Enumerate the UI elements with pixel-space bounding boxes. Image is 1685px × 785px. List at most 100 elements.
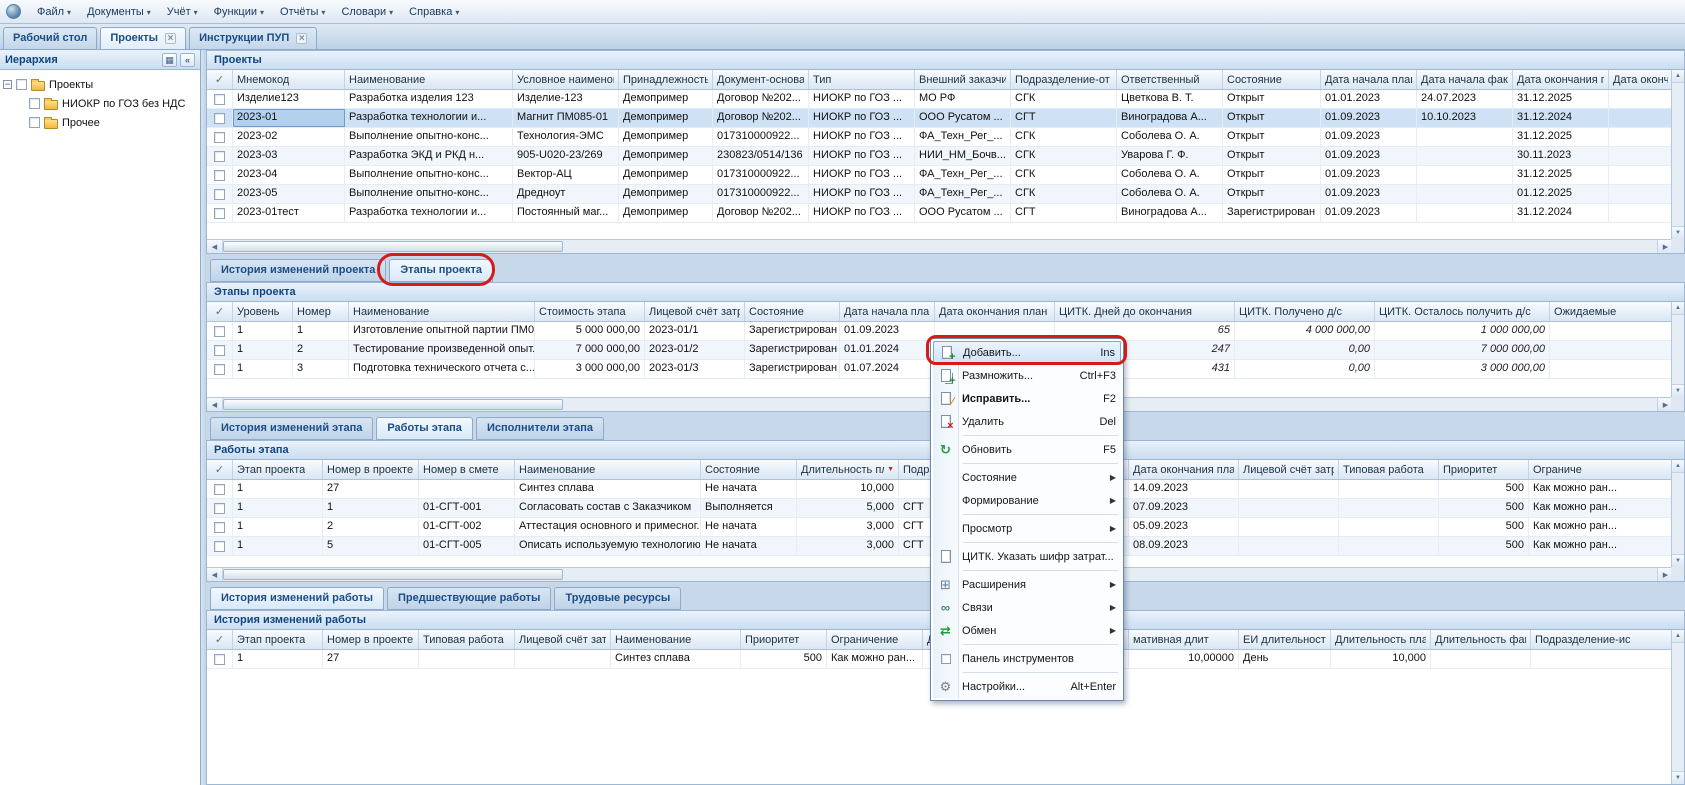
column-header[interactable]: Этап проекта [233, 630, 323, 649]
column-header[interactable]: Состояние [701, 460, 797, 479]
close-icon[interactable] [165, 33, 176, 44]
context-menu-item[interactable]: Обмен [933, 619, 1121, 642]
table-row[interactable]: 2023-01Разработка технологии и...Магнит … [207, 109, 1673, 128]
column-header[interactable]: Внешний заказчик [915, 70, 1011, 89]
scroll-down-icon[interactable] [1672, 554, 1684, 567]
row-checkbox[interactable] [214, 522, 225, 533]
tree-item-root[interactable]: Проекты [3, 75, 197, 94]
column-header[interactable]: Дата начала факт [1417, 70, 1513, 89]
column-header[interactable]: Длительность пла [1331, 630, 1431, 649]
row-checkbox[interactable] [214, 541, 225, 552]
column-header[interactable]: ЦИТК. Получено д/с [1235, 302, 1375, 321]
root-checkbox[interactable] [16, 79, 27, 90]
row-checkbox[interactable] [214, 503, 225, 514]
vertical-scrollbar[interactable] [1671, 630, 1684, 784]
column-header[interactable]: Приоритет [1439, 460, 1529, 479]
column-header[interactable]: ✓ [207, 630, 233, 649]
row-checkbox[interactable] [214, 484, 225, 495]
table-row[interactable]: Изделие123Разработка изделия 123Изделие-… [207, 90, 1673, 109]
column-header[interactable]: Номер в проекте [323, 630, 419, 649]
scroll-left-icon[interactable] [207, 240, 223, 253]
window-tab-2[interactable]: Проекты [100, 27, 186, 49]
context-menu-item[interactable]: ОбновитьF5 [933, 438, 1121, 461]
column-header[interactable]: Документ-основан [713, 70, 809, 89]
column-header[interactable]: Приоритет [741, 630, 827, 649]
column-header[interactable]: Ограниче [1529, 460, 1673, 479]
table-row[interactable]: 2023-05Выполнение опытно-конс...Дредноут… [207, 185, 1673, 204]
column-header[interactable]: Номер [293, 302, 349, 321]
section-tab[interactable]: Исполнители этапа [476, 417, 604, 440]
scrollbar-thumb[interactable] [223, 569, 563, 580]
scroll-up-icon[interactable] [1672, 302, 1684, 315]
column-header[interactable]: Наименование [349, 302, 535, 321]
column-header[interactable]: Ожидаемые [1550, 302, 1673, 321]
scrollbar-thumb[interactable] [223, 241, 563, 252]
section-tab[interactable]: Этапы проекта [389, 259, 493, 282]
context-menu-item[interactable]: Состояние [933, 466, 1121, 489]
column-header[interactable]: Состояние [1223, 70, 1321, 89]
column-header[interactable]: ЦИТК. Осталось получить д/с [1375, 302, 1550, 321]
column-header[interactable]: Ограничение [827, 630, 923, 649]
column-header[interactable]: Лицевой счёт затр [515, 630, 611, 649]
section-tab[interactable]: Предшествующие работы [387, 587, 551, 610]
context-menu-item[interactable]: Просмотр [933, 517, 1121, 540]
row-checkbox[interactable] [214, 170, 225, 181]
context-menu-item[interactable]: ЦИТК. Указать шифр затрат... [933, 545, 1121, 568]
column-header[interactable]: Принадлежность [619, 70, 713, 89]
row-checkbox[interactable] [214, 151, 225, 162]
column-header[interactable]: Дата окончания план [935, 302, 1055, 321]
column-header[interactable]: ЕИ длительности [1239, 630, 1331, 649]
column-header[interactable]: Типовая работа [419, 630, 515, 649]
context-menu-item[interactable]: Размножить...Ctrl+F3 [933, 364, 1121, 387]
row-checkbox[interactable] [214, 208, 225, 219]
column-header[interactable]: Подразделение-ис [1531, 630, 1673, 649]
column-header[interactable]: Длительность фак [1431, 630, 1531, 649]
scroll-down-icon[interactable] [1672, 226, 1684, 239]
horizontal-scrollbar[interactable] [207, 239, 1673, 253]
table-row[interactable]: 2023-02Выполнение опытно-конс...Технолог… [207, 128, 1673, 147]
scroll-up-icon[interactable] [1672, 70, 1684, 83]
row-checkbox[interactable] [214, 113, 225, 124]
tree-checkbox[interactable] [29, 117, 40, 128]
column-header[interactable]: Подразделение-от [1011, 70, 1117, 89]
vertical-scrollbar[interactable] [1671, 460, 1684, 567]
column-header[interactable]: ✓ [207, 302, 233, 321]
table-row[interactable]: 2023-04Выполнение опытно-конс...Вектор-А… [207, 166, 1673, 185]
window-tab-3[interactable]: Инструкции ПУП [189, 27, 317, 49]
vertical-scrollbar[interactable] [1671, 302, 1684, 397]
column-header[interactable]: Дата окончания пл [1513, 70, 1609, 89]
column-header[interactable]: Дата окончания ф [1609, 70, 1673, 89]
column-header[interactable]: Условное наименова [513, 70, 619, 89]
row-checkbox[interactable] [214, 364, 225, 375]
table-row[interactable]: 2023-03Разработка ЭКД и РКД н...905-U020… [207, 147, 1673, 166]
context-menu-item[interactable]: Формирование [933, 489, 1121, 512]
column-header[interactable]: Мнемокод [233, 70, 345, 89]
section-tab[interactable]: История изменений работы [210, 587, 384, 610]
tree-checkbox[interactable] [29, 98, 40, 109]
row-checkbox[interactable] [214, 326, 225, 337]
scroll-up-icon[interactable] [1672, 630, 1684, 643]
column-header[interactable]: Лицевой счёт затр [1239, 460, 1339, 479]
menubar-item-6[interactable]: Словари [333, 2, 401, 22]
scroll-left-icon[interactable] [207, 398, 223, 411]
section-tab[interactable]: Трудовые ресурсы [554, 587, 681, 610]
context-menu-item[interactable]: Расширения [933, 573, 1121, 596]
context-menu-item[interactable]: УдалитьDel [933, 410, 1121, 433]
tree-item-1[interactable]: НИОКР по ГОЗ без НДС [29, 94, 197, 113]
column-header[interactable]: Состояние [745, 302, 840, 321]
column-header[interactable]: Лицевой счёт затрат [645, 302, 745, 321]
scroll-up-icon[interactable] [1672, 460, 1684, 473]
column-header[interactable]: Дата окончания план [1129, 460, 1239, 479]
column-header[interactable]: Длительность план [797, 460, 899, 479]
context-menu-item[interactable]: Связи [933, 596, 1121, 619]
row-checkbox[interactable] [214, 654, 225, 665]
column-header[interactable]: Стоимость этапа [535, 302, 645, 321]
column-header[interactable]: Дата начала план [1321, 70, 1417, 89]
scroll-left-icon[interactable] [207, 568, 223, 581]
table-row[interactable]: 2023-01тестРазработка технологии и...Пос… [207, 204, 1673, 223]
column-header[interactable]: Ответственный [1117, 70, 1223, 89]
vertical-scrollbar[interactable] [1671, 70, 1684, 239]
row-checkbox[interactable] [214, 132, 225, 143]
scroll-down-icon[interactable] [1672, 384, 1684, 397]
context-menu-item[interactable]: Панель инструментов [933, 647, 1121, 670]
